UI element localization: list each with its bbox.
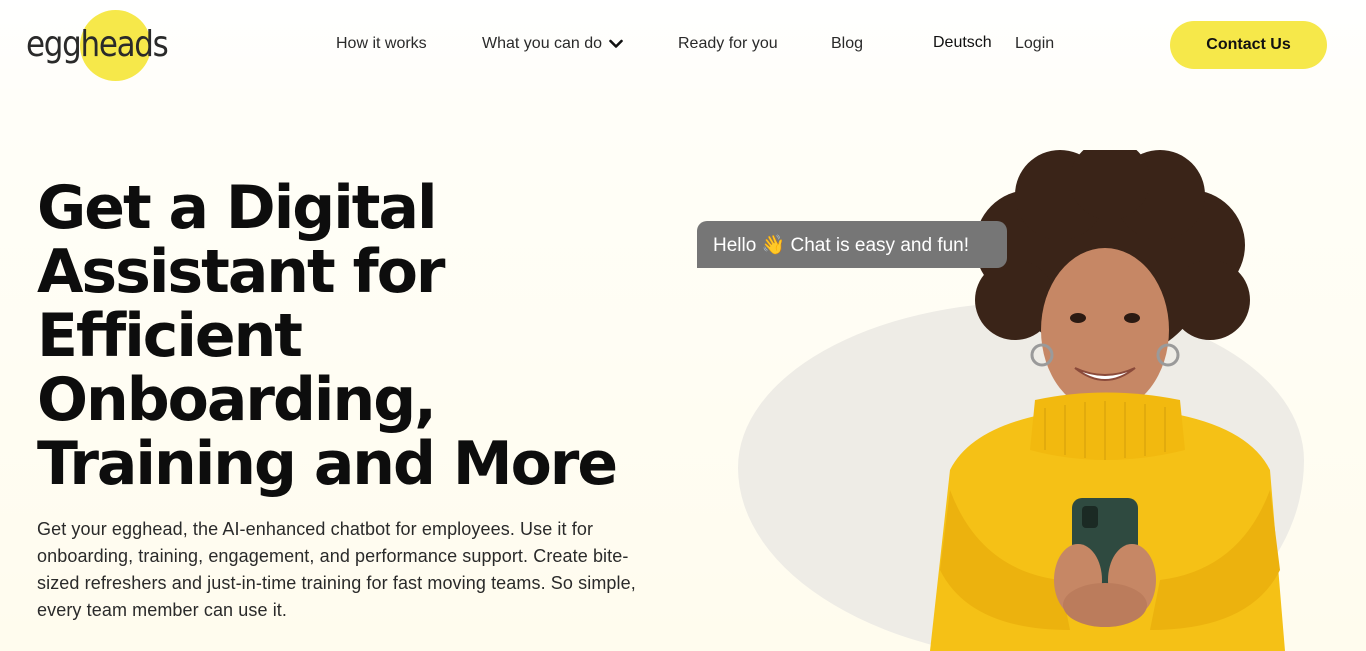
nav-what-you-can-do[interactable]: What you can do: [482, 35, 623, 53]
nav-what-you-can-do-label: What you can do: [482, 35, 603, 52]
contact-us-button[interactable]: Contact Us: [1170, 21, 1327, 69]
nav-blog[interactable]: Blog: [831, 35, 863, 53]
hero-title: Get a Digital Assistant for Efficient On…: [37, 176, 677, 496]
language-switch-deutsch[interactable]: Deutsch: [933, 34, 992, 52]
hero-title-line: Get a Digital: [37, 173, 438, 243]
hero-description: Get your egghead, the AI-enhanced chatbo…: [37, 519, 636, 620]
hero-title-line: Training and More: [37, 429, 618, 499]
hero-title-line: Efficient: [37, 301, 303, 371]
logo-wordmark: eggheads: [26, 24, 169, 65]
logo[interactable]: eggheads: [26, 10, 169, 82]
hero-title-line: Onboarding,: [37, 365, 437, 435]
chat-bubble: Hello 👋 Chat is easy and fun!: [697, 221, 1007, 268]
nav-how-it-works[interactable]: How it works: [336, 35, 427, 53]
site-header: eggheads How it works What you can do Re…: [0, 0, 1366, 90]
nav-ready-for-you[interactable]: Ready for you: [678, 35, 778, 53]
chevron-down-icon: [609, 39, 623, 48]
login-link[interactable]: Login: [1015, 35, 1054, 53]
hero-title-line: Assistant for: [37, 237, 446, 307]
